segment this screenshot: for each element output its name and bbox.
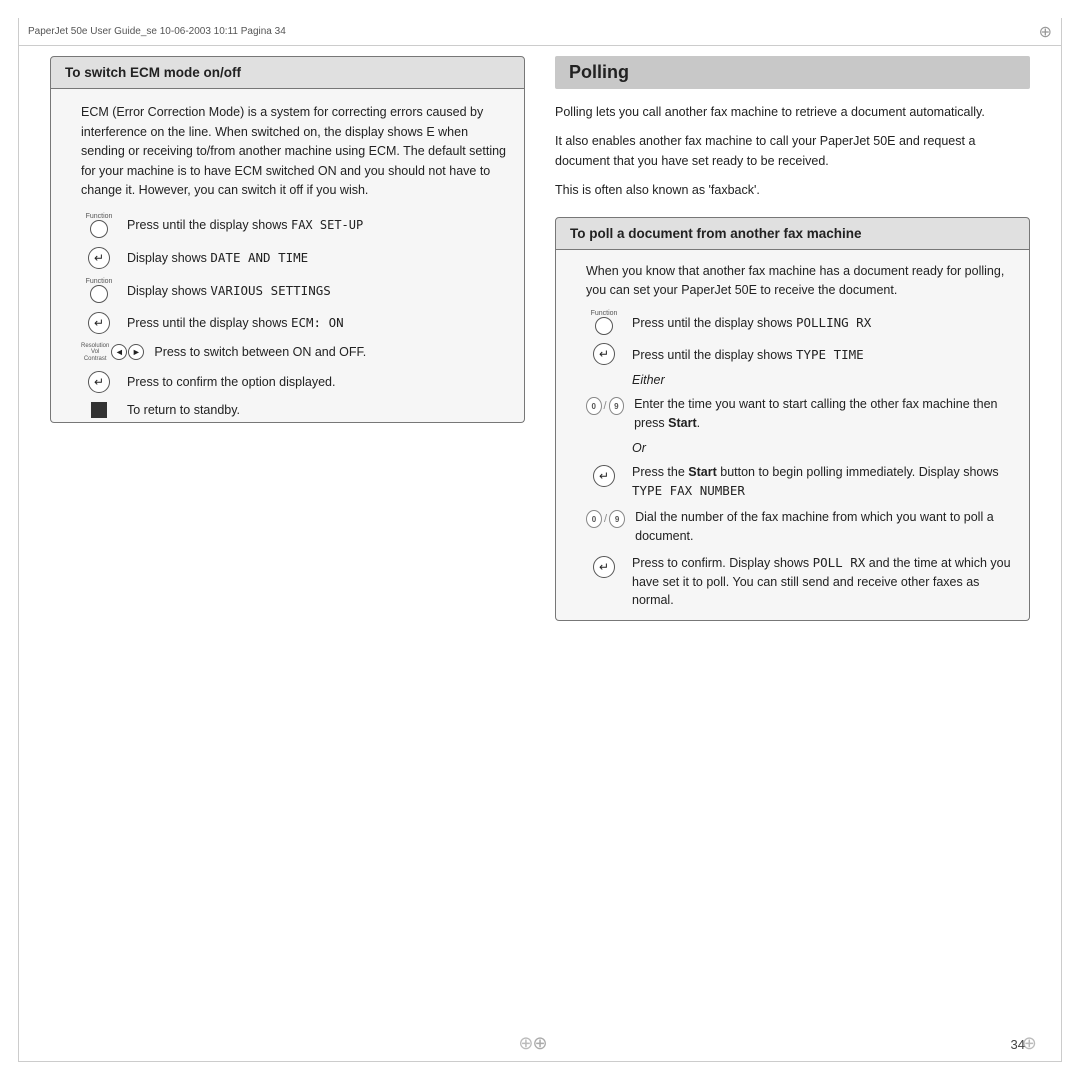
ecm-step-4: ↵ Press until the display shows ECM: ON [81, 312, 510, 334]
page-border-bottom [18, 1061, 1062, 1062]
poll-enter-icon-2: ↵ [586, 463, 622, 487]
poll-step-1: Function Press until the display shows P… [586, 310, 1017, 335]
header-crosshair: ⊕ [1039, 22, 1052, 42]
ecm-step-6: ↵ Press to confirm the option displayed. [81, 371, 510, 393]
poll-function-icon-1: Function [586, 310, 622, 335]
step-4-text: Press until the display shows ECM: ON [127, 315, 344, 330]
page-border-left [18, 18, 19, 1062]
step-1-text: Press until the display shows FAX SET-UP [127, 218, 363, 232]
poll-box-header: To poll a document from another fax mach… [555, 217, 1030, 250]
ecm-description: ECM (Error Correction Mode) is a system … [81, 103, 510, 201]
nav-icon: ResolutionVolContrast ◄ ► [81, 343, 144, 363]
ecm-box: To switch ECM mode on/off ECM (Error Cor… [50, 56, 525, 423]
poll-numpad-icon-1: 0 / 9 [586, 395, 624, 415]
or-label: Or [632, 441, 646, 455]
poll-step-2-text: Press until the display shows TYPE TIME [632, 347, 864, 362]
ecm-step-3: Function Display shows VARIOUS SETTINGS [81, 278, 510, 303]
ecm-step-7: To return to standby. [81, 402, 510, 418]
poll-enter-icon-3: ↵ [586, 554, 622, 578]
either-label: Either [632, 373, 665, 387]
function-icon-2: Function [81, 278, 117, 303]
ecm-step-2: ↵ Display shows DATE AND TIME [81, 247, 510, 269]
step-5-text: Press to switch between ON and OFF. [154, 345, 366, 359]
polling-intro-1: Polling lets you call another fax machin… [555, 103, 1030, 122]
enter-icon-2: ↵ [81, 312, 117, 334]
poll-either: Either [632, 373, 1017, 387]
ecm-step-1: Function Press until the display shows F… [81, 213, 510, 238]
polling-intro-3: This is often also known as 'faxback'. [555, 181, 1030, 200]
poll-step-3-text: Enter the time you want to start calling… [634, 395, 1017, 433]
poll-step-6: ↵ Press to confirm. Display shows POLL R… [586, 554, 1017, 610]
step-3-text: Display shows VARIOUS SETTINGS [127, 283, 331, 298]
poll-box-body: When you know that another fax machine h… [555, 250, 1030, 622]
ecm-box-body: ECM (Error Correction Mode) is a system … [50, 89, 525, 423]
poll-step-2: ↵ Press until the display shows TYPE TIM… [586, 343, 1017, 365]
ecm-box-header: To switch ECM mode on/off [50, 56, 525, 89]
function-icon-1: Function [81, 213, 117, 238]
poll-step-4: ↵ Press the Start button to begin pollin… [586, 463, 1017, 501]
poll-or: Or [632, 441, 1017, 455]
polling-intro-2: It also enables another fax machine to c… [555, 132, 1030, 171]
poll-step-5: 0 / 9 Dial the number of the fax machine… [586, 508, 1017, 546]
header-bar: PaperJet 50e User Guide_se 10-06-2003 10… [18, 18, 1062, 46]
left-column: To switch ECM mode on/off ECM (Error Cor… [50, 56, 525, 1025]
stop-icon [81, 402, 117, 418]
step-7-text: To return to standby. [127, 403, 240, 417]
crosshair-bottom-left: ⊕ [518, 1033, 533, 1054]
enter-icon-3: ↵ [81, 371, 117, 393]
step-2-text: Display shows DATE AND TIME [127, 250, 308, 265]
bottom-center-crosshair: ⊕ [532, 1033, 547, 1054]
main-content: To switch ECM mode on/off ECM (Error Cor… [50, 56, 1030, 1025]
poll-step-6-text: Press to confirm. Display shows POLL RX … [632, 554, 1017, 610]
poll-intro: When you know that another fax machine h… [586, 262, 1017, 301]
page-number: 34 [1011, 1037, 1025, 1052]
step-6-text: Press to confirm the option displayed. [127, 375, 335, 389]
page-border-right [1061, 18, 1062, 1062]
poll-steps: Function Press until the display shows P… [586, 310, 1017, 610]
enter-icon-1: ↵ [81, 247, 117, 269]
poll-step-4-text: Press the Start button to begin polling … [632, 463, 1017, 501]
poll-enter-icon-1: ↵ [586, 343, 622, 365]
poll-step-5-text: Dial the number of the fax machine from … [635, 508, 1017, 546]
poll-step-1-text: Press until the display shows POLLING RX [632, 315, 871, 330]
poll-numpad-icon-2: 0 / 9 [586, 508, 625, 528]
ecm-steps: Function Press until the display shows F… [81, 213, 510, 419]
poll-step-3: 0 / 9 Enter the time you want to start c… [586, 395, 1017, 433]
ecm-step-5: ResolutionVolContrast ◄ ► Press to switc… [81, 343, 510, 363]
poll-box: To poll a document from another fax mach… [555, 217, 1030, 622]
polling-section-title: Polling [555, 56, 1030, 89]
header-text: PaperJet 50e User Guide_se 10-06-2003 10… [28, 26, 286, 37]
right-column: Polling Polling lets you call another fa… [555, 56, 1030, 1025]
